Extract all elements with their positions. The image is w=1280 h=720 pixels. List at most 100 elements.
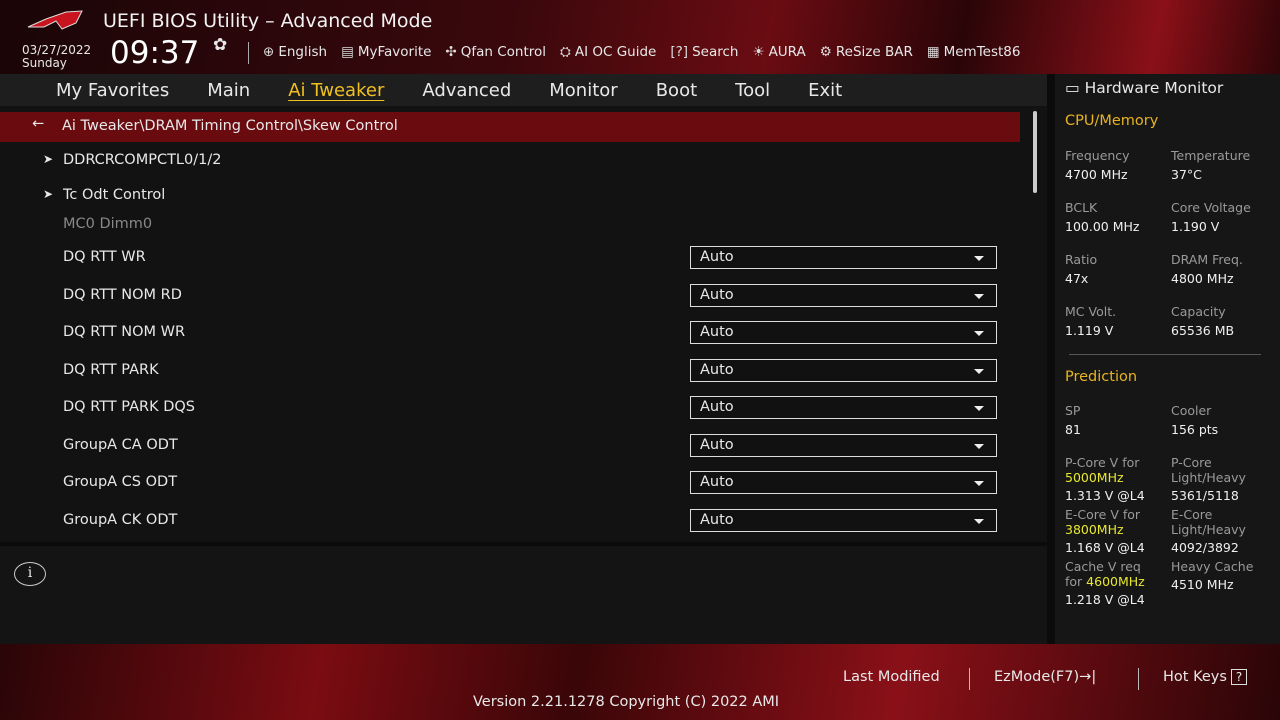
chevron-down-icon <box>974 256 984 261</box>
chevron-right-icon: ➤ <box>43 187 54 201</box>
setting-dropdown[interactable]: Auto <box>690 321 997 344</box>
globe-icon: ⊕ <box>263 44 275 60</box>
tool-qfan[interactable]: ✣ Qfan Control <box>445 44 546 60</box>
sp-value: 81 <box>1065 422 1081 437</box>
tool-label: MyFavorite <box>357 44 432 60</box>
day-text: Sunday <box>22 56 67 70</box>
tab-main[interactable]: Main <box>207 80 250 101</box>
setting-dropdown[interactable]: Auto <box>690 246 997 269</box>
header: UEFI BIOS Utility – Advanced Mode 03/27/… <box>0 0 1280 74</box>
pcore-v-label: P-Core V for <box>1065 455 1140 470</box>
settings-panel: ← Ai Tweaker\DRAM Timing Control\Skew Con… <box>0 106 1047 542</box>
cpu-stat-value: 4800 MHz <box>1171 271 1234 286</box>
prediction-title: Prediction <box>1065 369 1138 385</box>
cpu-stat-label: Capacity <box>1171 304 1226 319</box>
cache-for: for 4600MHz <box>1065 574 1145 589</box>
tool-search[interactable]: [?] Search <box>670 44 738 60</box>
tab-advanced[interactable]: Advanced <box>422 80 511 101</box>
chevron-down-icon <box>974 331 984 336</box>
tool-label: AURA <box>768 44 806 60</box>
hot-keys-button[interactable]: Hot Keys? <box>1163 669 1248 685</box>
footer: Last Modified EzMode(F7)→| Hot Keys? Ver… <box>0 644 1280 720</box>
tool-label: Qfan Control <box>460 44 547 60</box>
setting-dropdown[interactable]: Auto <box>690 358 997 382</box>
cpu-stat-label: Temperature <box>1171 148 1251 163</box>
divider <box>248 42 249 64</box>
tool-memtest[interactable]: ▦ MemTest86 <box>927 44 1021 60</box>
breadcrumb[interactable]: ← Ai Tweaker\DRAM Timing Control\Skew Con… <box>0 112 1020 142</box>
tool-aura[interactable]: ☀ AURA <box>752 44 805 60</box>
hardware-monitor: ▭ Hardware Monitor CPU/Memory Frequency 4… <box>1055 74 1280 644</box>
scrollbar[interactable] <box>1033 111 1037 193</box>
clock: 09:37 <box>110 35 200 71</box>
hardware-monitor-title: ▭ Hardware Monitor <box>1065 79 1223 97</box>
back-arrow-icon[interactable]: ← <box>32 116 44 132</box>
gear-icon[interactable]: ✿ <box>213 35 227 55</box>
heavy-cache-value: 4510 MHz <box>1171 577 1234 592</box>
tool-resize-bar[interactable]: ⚙ ReSize BAR <box>820 44 913 60</box>
chevron-down-icon <box>974 443 984 449</box>
dropdown-value: Auto <box>700 286 734 303</box>
setting-row: GroupA CA ODT Auto <box>0 431 1020 463</box>
help-panel: i <box>0 546 1047 644</box>
setting-dropdown[interactable]: Auto <box>690 396 997 419</box>
tab-tool[interactable]: Tool <box>735 80 770 101</box>
title-text: Hardware Monitor <box>1084 79 1224 97</box>
chevron-down-icon <box>974 368 984 374</box>
cpu-stat-label: DRAM Freq. <box>1171 252 1243 267</box>
tool-myfavorite[interactable]: ▤ MyFavorite <box>341 44 431 60</box>
rog-logo-icon <box>27 10 83 30</box>
cpu-stat-label: MC Volt. <box>1065 304 1117 319</box>
tab-ai-tweaker[interactable]: Ai Tweaker <box>288 80 384 101</box>
hotkeys-label: Hot Keys <box>1163 669 1227 685</box>
tool-label: AI OC Guide <box>574 44 657 60</box>
setting-dropdown[interactable]: Auto <box>690 433 997 457</box>
submenu-ddrcrcompctl[interactable]: ➤ DDRCRCOMPCTL0/1/2 <box>0 146 1020 178</box>
setting-row: DQ RTT PARK DQS Auto <box>0 393 1020 425</box>
search-icon: [?] <box>670 44 689 60</box>
pcore-lh-label: Light/Heavy <box>1171 470 1246 485</box>
breadcrumb-text: Ai Tweaker\DRAM Timing Control\Skew Cont… <box>62 118 398 134</box>
tool-english[interactable]: ⊕ English <box>263 44 327 60</box>
cache-v-value: 1.218 V @L4 <box>1065 592 1145 607</box>
submenu-tc-odt-control[interactable]: ➤ Tc Odt Control <box>0 181 1020 213</box>
setting-label: DQ RTT WR <box>63 249 146 265</box>
dropdown-value: Auto <box>700 249 734 265</box>
cooler-label: Cooler <box>1171 403 1212 418</box>
resize-bar-icon: ⚙ <box>819 44 832 60</box>
setting-dropdown[interactable]: Auto <box>690 283 997 307</box>
setting-row: DQ RTT WR Auto <box>0 243 1020 275</box>
cpu-memory-title: CPU/Memory <box>1065 113 1159 129</box>
ecore-lh-label: Light/Heavy <box>1171 522 1246 537</box>
dropdown-value: Auto <box>700 436 734 453</box>
cpu-stat-label: Core Voltage <box>1171 200 1251 215</box>
tab-boot[interactable]: Boot <box>656 80 697 101</box>
setting-row: GroupA CS ODT Auto <box>0 468 1020 500</box>
chevron-down-icon <box>974 518 984 524</box>
ezmode-button[interactable]: EzMode(F7)→| <box>994 669 1096 685</box>
date: 03/27/2022 Sunday <box>22 44 91 70</box>
dropdown-value: Auto <box>700 324 734 340</box>
cpu-stat-value: 65536 MB <box>1171 323 1235 338</box>
tool-label: English <box>278 44 328 60</box>
tool-ai-oc-guide[interactable]: ⛭ AI OC Guide <box>560 44 656 60</box>
ecore-v-value: 1.168 V @L4 <box>1065 540 1145 555</box>
cache-v-label: Cache V req <box>1065 559 1141 574</box>
tab-monitor[interactable]: Monitor <box>549 80 617 101</box>
setting-label: GroupA CK ODT <box>63 511 178 528</box>
setting-row: DQ RTT NOM WR Auto <box>0 318 1020 350</box>
setting-dropdown[interactable]: Auto <box>690 471 997 494</box>
pcore-label: P-Core <box>1171 455 1212 470</box>
setting-dropdown[interactable]: Auto <box>690 508 997 532</box>
favorite-icon: ▤ <box>341 44 354 60</box>
last-modified-button[interactable]: Last Modified <box>843 669 940 685</box>
ecore-label: E-Core <box>1171 507 1213 522</box>
chevron-down-icon <box>974 293 984 299</box>
submenu-label: DDRCRCOMPCTL0/1/2 <box>63 152 222 168</box>
app-title: UEFI BIOS Utility – Advanced Mode <box>103 10 433 32</box>
chevron-right-icon: ➤ <box>43 152 54 166</box>
tab-exit[interactable]: Exit <box>808 80 842 101</box>
tab-my-favorites[interactable]: My Favorites <box>56 80 169 101</box>
pcore-v-value: 1.313 V @L4 <box>1065 488 1145 503</box>
cpu-stat-value: 37°C <box>1171 167 1202 182</box>
